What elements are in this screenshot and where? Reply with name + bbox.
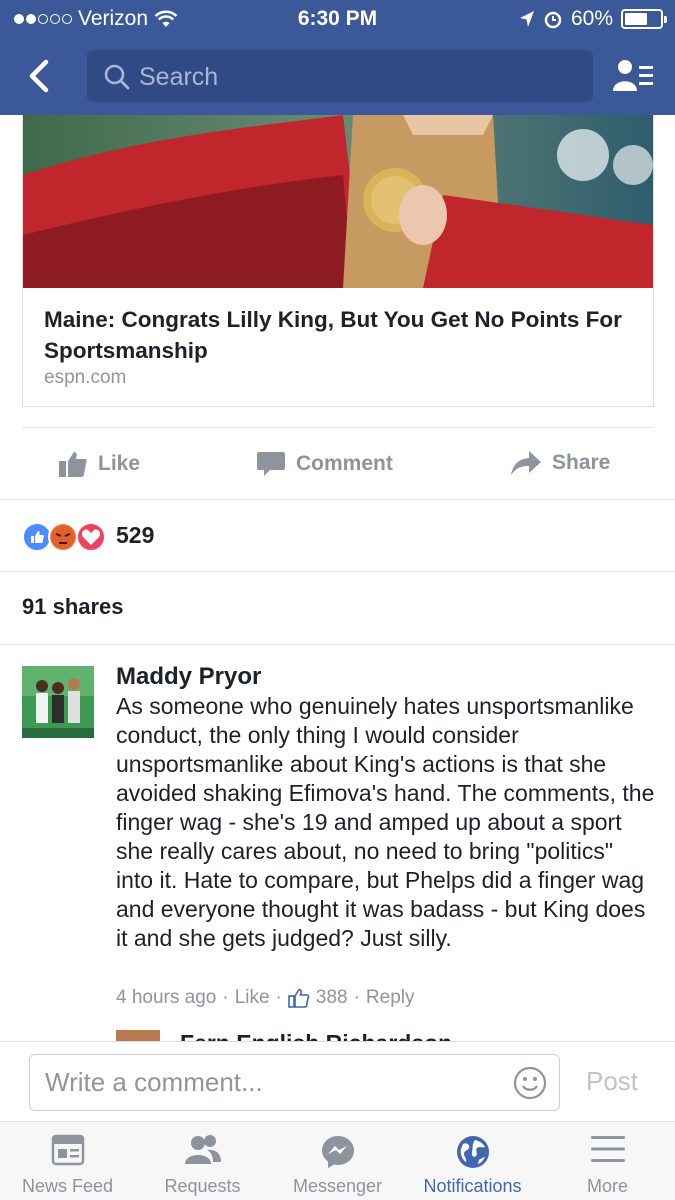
share-button[interactable]: Share xyxy=(510,450,610,476)
comment-icon xyxy=(257,452,285,476)
share-arrow-icon xyxy=(511,451,541,475)
menu-icon xyxy=(590,1136,625,1162)
comment-label: Comment xyxy=(296,452,393,475)
separator: · xyxy=(353,987,360,1008)
comment-text: As someone who genuinely hates unsportsm… xyxy=(116,693,655,951)
article-source: espn.com xyxy=(44,367,127,388)
tab-notifications[interactable]: Notifications xyxy=(405,1122,540,1200)
emoji-icon[interactable] xyxy=(513,1066,547,1100)
friend-requests-icon xyxy=(184,1135,221,1164)
comment-like-count: 388 xyxy=(315,987,348,1008)
tab-label: Messenger xyxy=(292,1176,383,1196)
tab-label: Notifications xyxy=(423,1176,522,1196)
comment-reply-link[interactable]: Reply xyxy=(366,987,415,1009)
comment-time: 4 hours ago xyxy=(116,987,217,1008)
location-icon xyxy=(519,11,534,27)
tab-label: More xyxy=(586,1176,628,1196)
tab-more[interactable]: More xyxy=(540,1122,675,1200)
tab-requests[interactable]: Requests xyxy=(135,1122,270,1200)
comment-composer: Write a comment... Post xyxy=(0,1041,675,1121)
post-button[interactable]: Post xyxy=(586,1066,638,1097)
globe-icon xyxy=(456,1136,489,1168)
article-title[interactable]: Maine: Congrats Lilly King, But You Get … xyxy=(44,304,634,366)
separator: · xyxy=(222,987,229,1008)
post-actions: Like Comment Share xyxy=(22,427,654,499)
thumbs-up-outline-icon xyxy=(288,988,310,1008)
comment-author[interactable]: Maddy Pryor xyxy=(116,663,261,691)
messenger-icon xyxy=(321,1136,354,1168)
friends-list-icon[interactable] xyxy=(611,58,655,94)
comment-button[interactable]: Comment xyxy=(256,450,393,478)
comment-like-link[interactable]: Like xyxy=(235,987,270,1009)
top-bar: Verizon 6:30 PM 60% Search xyxy=(0,0,675,115)
separator: · xyxy=(275,987,282,1008)
back-arrow-icon[interactable] xyxy=(22,58,58,94)
love-reaction-icon xyxy=(76,522,106,552)
angry-reaction-icon xyxy=(48,522,78,552)
battery-percent: 60% xyxy=(570,7,613,30)
tab-bar: News Feed Requests Messenger Notificatio… xyxy=(0,1121,675,1200)
alarm-icon xyxy=(544,11,562,29)
thumbs-up-icon xyxy=(59,452,87,477)
nav-bar: Search xyxy=(0,50,675,102)
comment-placeholder: Write a comment... xyxy=(45,1067,263,1097)
status-right: 60% xyxy=(519,7,667,31)
like-button[interactable]: Like xyxy=(58,450,140,478)
tab-label: Requests xyxy=(164,1176,241,1196)
search-icon xyxy=(104,64,130,90)
tab-label: News Feed xyxy=(21,1176,114,1196)
battery-icon xyxy=(621,9,667,29)
search-placeholder: Search xyxy=(139,63,219,91)
comment-meta: 4 hours ago · Like · 388 · Reply xyxy=(116,987,414,1009)
search-bar[interactable]: Search xyxy=(87,50,593,102)
tab-news-feed[interactable]: News Feed xyxy=(0,1122,135,1200)
article-image xyxy=(23,115,653,288)
news-feed-icon xyxy=(51,1134,84,1166)
avatar[interactable] xyxy=(22,666,94,738)
like-label: Like xyxy=(98,452,141,475)
tab-messenger[interactable]: Messenger xyxy=(270,1122,405,1200)
divider xyxy=(0,644,675,645)
share-label: Share xyxy=(552,451,611,474)
link-preview-card[interactable]: Maine: Congrats Lilly King, But You Get … xyxy=(22,115,654,407)
reaction-icons xyxy=(22,522,108,552)
reactions-summary[interactable]: 529 xyxy=(0,499,675,572)
shares-count[interactable]: 91 shares xyxy=(22,594,124,620)
comment-input[interactable]: Write a comment... xyxy=(29,1054,560,1111)
reaction-count: 529 xyxy=(116,522,155,548)
status-bar: Verizon 6:30 PM 60% xyxy=(0,0,675,38)
